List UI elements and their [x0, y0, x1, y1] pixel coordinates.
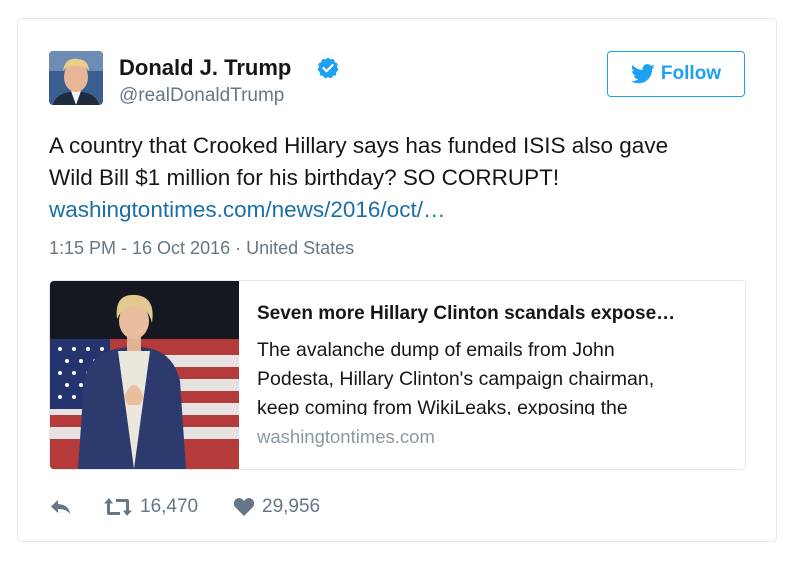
card-description-line: The avalanche dump of emails from John — [257, 339, 615, 361]
reply-button[interactable] — [49, 497, 103, 517]
card-description-line: Podesta, Hillary Clinton's campaign chai… — [257, 368, 655, 390]
card-description-line: keep coming from WikiLeaks, exposing the — [257, 397, 628, 415]
card-title: Seven more Hillary Clinton scandals expo… — [257, 303, 676, 324]
follow-button[interactable]: Follow — [607, 51, 745, 97]
card-thumbnail-image — [50, 281, 239, 469]
tweet-timestamp[interactable]: 1:15 PM - 16 Oct 2016 · United States — [49, 238, 354, 259]
author-name[interactable]: Donald J. Trump — [119, 55, 291, 81]
tweet-card: Donald J. Trump @realDonaldTrump Follow … — [17, 18, 777, 542]
heart-icon — [233, 498, 255, 516]
follow-button-label: Follow — [660, 63, 722, 84]
retweet-icon — [104, 498, 132, 516]
reply-icon — [51, 500, 70, 514]
link-preview-card[interactable]: Seven more Hillary Clinton scandals expo… — [49, 280, 746, 470]
tweet-actions: 16,470 29,956 — [49, 493, 320, 521]
card-domain: washingtontimes.com — [257, 426, 435, 447]
tweet-text-line: A country that Crooked Hillary says has … — [49, 133, 669, 158]
like-count: 29,956 — [262, 496, 321, 517]
twitter-bird-icon — [630, 64, 655, 84]
author-handle[interactable]: @realDonaldTrump — [119, 85, 284, 107]
tweet-text: A country that Crooked Hillary says has … — [49, 130, 749, 226]
tweet-link[interactable]: washingtontimes.com/news/2016/oct/… — [49, 197, 445, 222]
retweet-count: 16,470 — [140, 496, 199, 517]
tweet-text-line: Wild Bill $1 million for his birthday? S… — [49, 165, 560, 190]
retweet-button[interactable]: 16,470 — [103, 496, 233, 518]
verified-badge-icon — [317, 57, 339, 79]
avatar[interactable] — [49, 51, 103, 105]
like-button[interactable]: 29,956 — [233, 496, 320, 518]
card-description: The avalanche dump of emails from John P… — [257, 336, 717, 415]
